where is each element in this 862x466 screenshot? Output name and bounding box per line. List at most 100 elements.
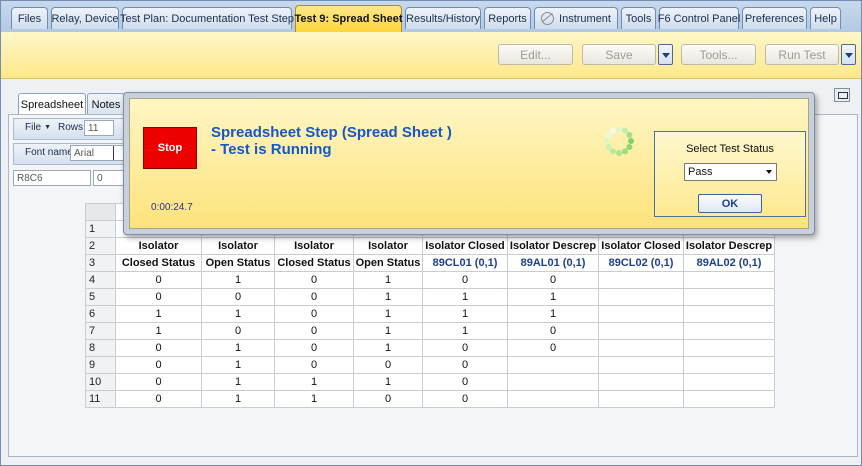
table-cell[interactable]: Isolator (201, 237, 275, 255)
table-cell[interactable]: 0 (274, 356, 354, 374)
table-cell[interactable]: 0 (353, 390, 423, 408)
table-cell[interactable] (507, 373, 599, 391)
table-cell[interactable]: 1 (353, 271, 423, 289)
table-cell[interactable]: 0 (115, 390, 202, 408)
table-cell[interactable] (507, 356, 599, 374)
table-cell[interactable]: 89CL01 (0,1) (422, 254, 508, 272)
table-cell[interactable]: 0 (507, 322, 599, 340)
table-cell[interactable]: Isolator Descrep (507, 237, 599, 255)
table-cell[interactable]: 1 (274, 390, 354, 408)
table-cell[interactable]: Isolator (353, 237, 423, 255)
table-cell[interactable] (598, 373, 684, 391)
table-cell[interactable]: 0 (422, 339, 508, 357)
table-cell[interactable]: 1 (201, 305, 275, 323)
table-cell[interactable]: Isolator (115, 237, 202, 255)
table-cell[interactable]: 89CL02 (0,1) (598, 254, 684, 272)
table-cell[interactable] (683, 373, 775, 391)
stop-button[interactable]: Stop (143, 127, 197, 169)
table-cell[interactable]: 0 (115, 271, 202, 289)
ok-button[interactable]: OK (698, 194, 762, 213)
table-cell[interactable]: 0 (115, 373, 202, 391)
run-test-dropdown-arrow-icon[interactable] (841, 44, 856, 65)
table-cell[interactable]: Isolator (274, 237, 354, 255)
table-cell[interactable]: 1 (353, 322, 423, 340)
file-menu-button[interactable]: File ▼ (25, 122, 51, 133)
row-header[interactable]: 4 (85, 271, 116, 289)
row-header[interactable]: 8 (85, 339, 116, 357)
tab-spreadsheet[interactable]: Spreadsheet (18, 93, 86, 115)
table-cell[interactable]: Open Status (201, 254, 275, 272)
table-cell[interactable]: Isolator Descrep (683, 237, 775, 255)
run-test-button[interactable]: Run Test (765, 44, 839, 65)
table-cell[interactable] (683, 305, 775, 323)
table-cell[interactable]: 1 (422, 322, 508, 340)
top-tab-preferences[interactable]: Preferences (742, 7, 807, 29)
table-cell[interactable]: 1 (115, 305, 202, 323)
table-cell[interactable] (598, 356, 684, 374)
save-dropdown-arrow-icon[interactable] (658, 44, 673, 65)
table-cell[interactable] (598, 390, 684, 408)
table-cell[interactable]: 89AL02 (0,1) (683, 254, 775, 272)
table-cell[interactable]: Closed Status (115, 254, 202, 272)
table-cell[interactable]: 1 (201, 356, 275, 374)
table-cell[interactable]: 1 (422, 305, 508, 323)
table-cell[interactable]: 0 (274, 339, 354, 357)
table-cell[interactable] (683, 322, 775, 340)
top-tab-relay-device[interactable]: Relay, Device (51, 7, 119, 29)
cell-reference-field[interactable]: R8C6 (13, 170, 91, 186)
table-cell[interactable]: Isolator Closed (422, 237, 508, 255)
row-header[interactable] (85, 203, 116, 221)
table-cell[interactable]: 0 (422, 390, 508, 408)
table-cell[interactable] (683, 339, 775, 357)
row-header[interactable]: 3 (85, 254, 116, 272)
table-cell[interactable]: 1 (201, 271, 275, 289)
table-cell[interactable]: 0 (115, 339, 202, 357)
table-cell[interactable]: 0 (274, 305, 354, 323)
top-tab-test-9-spread-sheet[interactable]: Test 9: Spread Sheet (295, 5, 403, 32)
table-cell[interactable]: 89AL01 (0,1) (507, 254, 599, 272)
table-cell[interactable]: 1 (201, 373, 275, 391)
top-tab-f6-control-panel[interactable]: F6 Control Panel (658, 7, 740, 29)
table-cell[interactable]: 1 (353, 305, 423, 323)
font-dropdown-arrow-icon[interactable] (113, 146, 123, 160)
table-cell[interactable]: 1 (274, 373, 354, 391)
table-cell[interactable] (683, 288, 775, 306)
test-status-select[interactable]: Pass (684, 163, 777, 181)
table-cell[interactable]: 0 (201, 322, 275, 340)
top-tab-files[interactable]: Files (11, 7, 48, 29)
table-cell[interactable]: 0 (274, 322, 354, 340)
top-tab-results-history[interactable]: Results/History (405, 7, 481, 29)
top-tab-tools[interactable]: Tools (621, 7, 656, 29)
row-header[interactable]: 1 (85, 220, 116, 238)
table-cell[interactable]: 1 (201, 339, 275, 357)
row-header[interactable]: 10 (85, 373, 116, 391)
tab-notes[interactable]: Notes (87, 93, 125, 115)
table-cell[interactable]: 0 (507, 271, 599, 289)
table-cell[interactable] (598, 322, 684, 340)
table-cell[interactable] (598, 271, 684, 289)
table-cell[interactable]: 1 (507, 288, 599, 306)
table-cell[interactable] (598, 288, 684, 306)
table-cell[interactable]: 1 (353, 373, 423, 391)
table-cell[interactable]: 1 (115, 322, 202, 340)
table-cell[interactable]: 0 (201, 288, 275, 306)
tools-button[interactable]: Tools... (681, 44, 756, 65)
row-header[interactable]: 11 (85, 390, 116, 408)
top-tab-instrument[interactable]: Instrument (534, 7, 618, 29)
table-cell[interactable] (683, 356, 775, 374)
row-header[interactable]: 7 (85, 322, 116, 340)
table-cell[interactable]: 1 (353, 339, 423, 357)
table-cell[interactable]: Closed Status (274, 254, 354, 272)
table-cell[interactable]: 1 (201, 390, 275, 408)
table-cell[interactable] (598, 305, 684, 323)
table-cell[interactable]: Isolator Closed (598, 237, 684, 255)
save-button[interactable]: Save (582, 44, 656, 65)
table-cell[interactable]: 0 (115, 356, 202, 374)
top-tab-test-plan-documentation-test-step[interactable]: Test Plan: Documentation Test Step (120, 7, 294, 29)
row-header[interactable]: 6 (85, 305, 116, 323)
table-cell[interactable]: 0 (422, 271, 508, 289)
table-cell[interactable]: 1 (353, 288, 423, 306)
table-cell[interactable]: 0 (422, 373, 508, 391)
table-cell[interactable]: 0 (507, 339, 599, 357)
table-cell[interactable] (683, 271, 775, 289)
